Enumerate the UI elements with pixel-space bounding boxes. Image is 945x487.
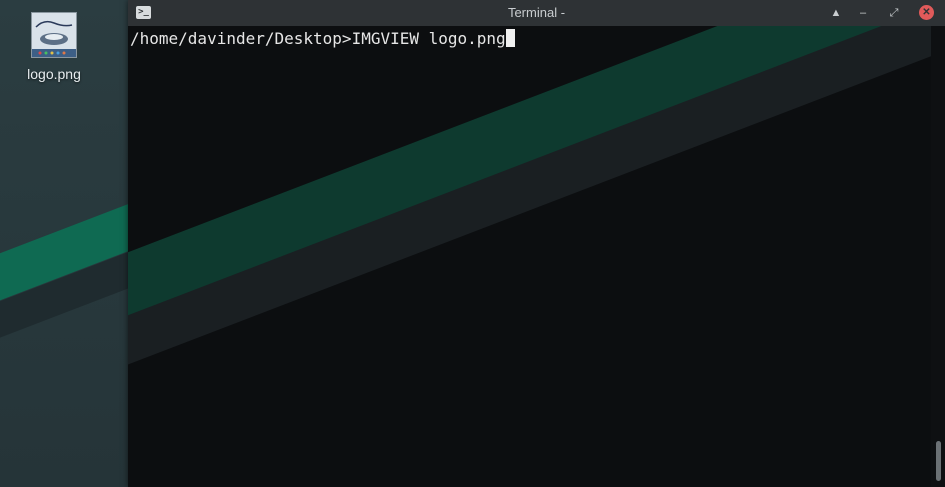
terminal-scrollbar[interactable] [931, 26, 945, 487]
image-thumbnail-icon [31, 12, 77, 58]
shell-prompt: /home/davinder/Desktop> [130, 29, 352, 48]
window-title: Terminal - [507, 5, 566, 20]
terminal-body[interactable]: /home/davinder/Desktop>IMGVIEW logo.png [128, 26, 945, 487]
close-window-button[interactable]: ✕ [919, 5, 934, 20]
shade-window-button[interactable]: ▲ [829, 6, 843, 20]
maximize-window-button[interactable]: ⤢ [887, 6, 901, 20]
text-cursor [505, 29, 515, 47]
window-titlebar[interactable]: >_ Terminal - ▲ – ⤢ ✕ [128, 0, 945, 26]
desktop-icon-logo-png[interactable]: logo.png [18, 12, 90, 82]
terminal-command-line[interactable]: /home/davinder/Desktop>IMGVIEW logo.png [130, 29, 515, 49]
scrollbar-thumb[interactable] [936, 441, 941, 481]
terminal-window[interactable]: >_ Terminal - ▲ – ⤢ ✕ /home/davinder/Des… [128, 0, 945, 487]
typed-command: IMGVIEW logo.png [351, 29, 506, 48]
desktop-icon-label: logo.png [27, 66, 81, 82]
minimize-window-button[interactable]: – [856, 6, 870, 20]
